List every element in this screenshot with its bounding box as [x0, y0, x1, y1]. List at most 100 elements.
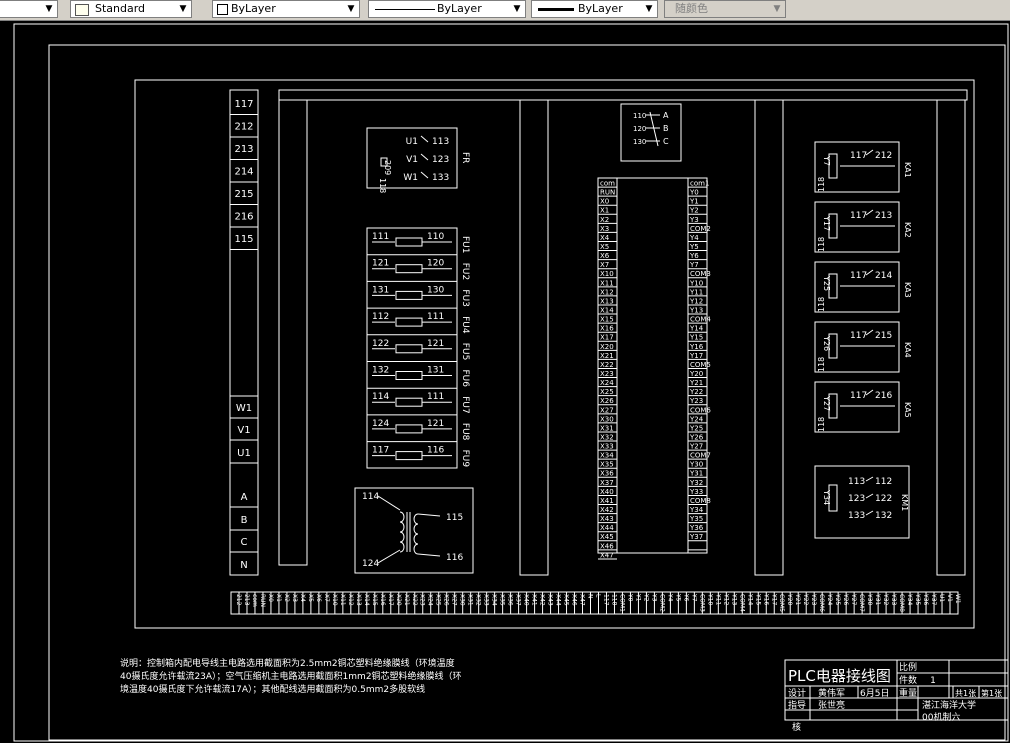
bottom-terminal-label: X37 — [515, 594, 522, 606]
text-style-dropdown[interactable]: Standard ▼ — [70, 0, 192, 18]
terminal-label: 215 — [234, 189, 253, 200]
fr-contact-label: V1 — [406, 155, 418, 165]
chevron-down-icon: ▼ — [645, 4, 653, 14]
terminal-label: B — [241, 515, 248, 526]
relay-coil-label: Y25 — [822, 275, 831, 291]
relay-box — [814, 141, 900, 193]
plc-input-label: com — [600, 180, 615, 188]
chevron-down-icon: ▼ — [513, 4, 521, 14]
fuse-right-label: 111 — [427, 392, 444, 402]
terminal-label: 117 — [234, 99, 253, 110]
bottom-terminal-label: 118 — [610, 594, 617, 606]
bottom-terminal-label: X10 — [331, 594, 338, 606]
fr-label: FR — [460, 152, 470, 163]
scale-label: 比例 — [899, 661, 917, 673]
bottom-terminal-label: X15 — [371, 594, 378, 606]
bottom-terminal-label: X33 — [483, 594, 490, 606]
fuse-left-label: 117 — [372, 446, 389, 456]
plc-input-label: X1 — [600, 207, 609, 215]
bottom-terminal-label: COM4 — [738, 594, 745, 612]
fuse-label: FU1 — [460, 236, 470, 254]
bottom-terminal-label: X46 — [571, 594, 578, 606]
terminal-label: W1 — [236, 403, 252, 414]
plc-output-label: Y14 — [689, 325, 704, 333]
plc-output-label: Y30 — [689, 461, 703, 469]
fuse-left-label: 132 — [372, 366, 389, 376]
sheets-total: 共1张 — [955, 689, 976, 698]
properties-toolbar: ▼ Standard ▼ ByLayer ▼ ByLayer ▼ ByLayer… — [0, 0, 1010, 21]
linetype-dropdown[interactable]: ByLayer ▼ — [368, 0, 526, 18]
fuse-label: FU9 — [460, 450, 470, 468]
plc-input-label: X14 — [600, 306, 614, 314]
bottom-terminal-label: X4 — [299, 594, 306, 602]
bottom-terminal-label: 213 — [243, 594, 250, 606]
bottom-terminal-label: Y20 — [786, 593, 793, 605]
fr-contact-mark — [420, 171, 429, 179]
plc-input-label: X46 — [600, 542, 614, 550]
bottom-terminal-label: Y34 — [906, 593, 913, 605]
count-value: 1 — [930, 676, 936, 686]
chevron-down-icon: ▼ — [45, 4, 53, 14]
fuse-body — [395, 317, 423, 327]
terminal-label: N — [240, 560, 247, 571]
relay-label: KA5 — [903, 402, 912, 418]
relay-label: KA2 — [903, 222, 912, 238]
color-dropdown[interactable]: 随颜色 ▼ — [664, 0, 786, 18]
transformer-wire — [377, 495, 401, 511]
chevron-down-icon: ▼ — [179, 4, 187, 14]
phase-input-label: 110 — [633, 112, 646, 120]
designer-name: 黄伟军 — [818, 687, 845, 699]
bottom-terminal-label: Y2 — [642, 593, 649, 602]
plc-output-label: Y22 — [689, 388, 703, 396]
transformer-primary-label: 124 — [362, 559, 379, 569]
bottom-terminal-label: Y14 — [746, 593, 753, 605]
bottom-terminal-label: 117 — [602, 594, 609, 606]
bottom-terminal-label: Y1 — [634, 593, 641, 602]
drawing-canvas[interactable]: 117212213214215216115W1V1U1ABCN209118U1 1… — [0, 20, 1010, 743]
fuse-label: FU5 — [460, 343, 470, 361]
fr-contact-mark — [420, 135, 429, 143]
left-duct — [278, 99, 308, 566]
km1-output-label: 132 — [875, 511, 892, 521]
plc-input-label: RUN — [600, 189, 615, 197]
bottom-terminal-label: Y31 — [874, 593, 881, 605]
prev-style-dropdown[interactable]: ▼ — [0, 0, 58, 18]
layer-dropdown[interactable]: ByLayer ▼ — [212, 0, 360, 18]
km1-output-label: 122 — [875, 494, 892, 504]
bottom-terminal-label: COM6 — [818, 594, 825, 612]
km1-input-label: 113 — [848, 477, 865, 487]
fuse-right-label: 110 — [427, 232, 444, 242]
transformer-wire — [417, 553, 441, 557]
bottom-terminal-label: X24 — [427, 594, 434, 606]
terminal-label: U1 — [237, 448, 251, 459]
transformer-wire — [417, 513, 441, 517]
relay-out-label: 212 — [875, 151, 892, 161]
relay-com-label: 118 — [817, 297, 826, 312]
fuse-label: FU3 — [460, 289, 470, 307]
text-style-icon — [75, 4, 89, 16]
fuse-left-label: 114 — [372, 392, 389, 402]
bottom-terminal-label: X42 — [539, 594, 546, 606]
lineweight-dropdown[interactable]: ByLayer ▼ — [531, 0, 658, 18]
plc-output-label: Y17 — [689, 352, 703, 360]
plc-output-label: Y2 — [689, 207, 699, 215]
relay-com-label: 118 — [817, 417, 826, 432]
secondary-coil — [413, 523, 419, 535]
fuse-left-label: 124 — [372, 419, 389, 429]
fuse-body — [395, 237, 423, 247]
fuse-label: FU8 — [460, 423, 470, 441]
bottom-terminal-label: X12 — [347, 594, 354, 606]
bottom-terminal-label: X21 — [403, 594, 410, 606]
bottom-terminal-label: X27 — [451, 594, 458, 606]
bottom-terminal-label: X32 — [475, 594, 482, 606]
fr-side-label: 118 — [378, 178, 387, 193]
fuse-label: FU4 — [460, 316, 470, 334]
relay-com-label: 118 — [817, 177, 826, 192]
bottom-terminal-label: Y32 — [882, 593, 889, 605]
relay-label: KA1 — [903, 162, 912, 178]
guide-label: 指导 — [788, 699, 806, 711]
plc-output-label: Y12 — [689, 297, 703, 305]
primary-coil — [399, 511, 405, 523]
km1-input-label: 123 — [848, 494, 865, 504]
fuse-right-label: 111 — [427, 312, 444, 322]
